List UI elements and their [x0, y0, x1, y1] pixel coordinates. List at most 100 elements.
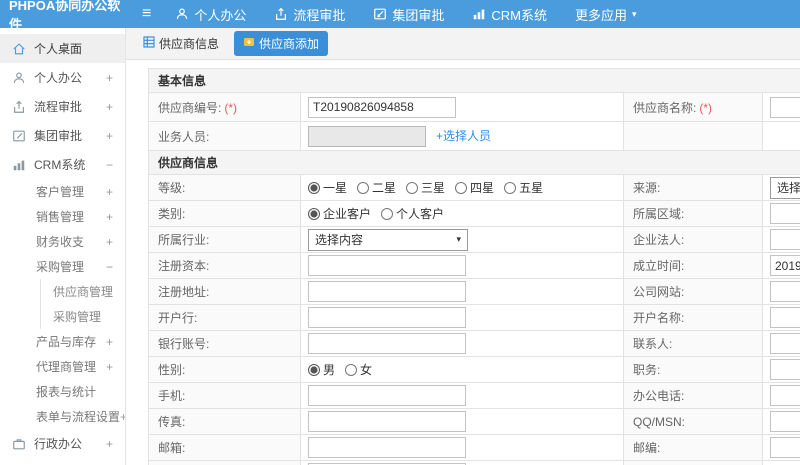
tab-supplier-add[interactable]: 供应商添加 [234, 31, 329, 56]
select-person-link[interactable]: +选择人员 [436, 129, 491, 143]
business-person-input[interactable] [308, 125, 426, 147]
topnav-workflow-approval[interactable]: 流程审批 [274, 5, 345, 24]
sidebar-item-supplier-mgmt[interactable]: 供应商管理 [41, 279, 125, 304]
grade-radio-group: 一星 二星 三星 四星 五星 [308, 179, 623, 196]
field-label: 公司网站: [623, 278, 763, 305]
form-row: 传真: QQ/MSN: [148, 408, 800, 435]
sidebar-item-admin-office[interactable]: 行政办公 + [0, 429, 125, 458]
expand-sign[interactable]: + [106, 335, 113, 349]
expand-sign[interactable]: + [106, 185, 113, 199]
sidebar-item-reports[interactable]: 报表与统计 [0, 379, 125, 404]
registered-address-input[interactable] [308, 281, 466, 302]
sidebar-item-hr[interactable]: 人力资源 + [0, 458, 125, 465]
collapse-sign[interactable]: − [106, 158, 113, 172]
expand-sign[interactable]: + [106, 71, 113, 85]
topnav-label: 个人办公 [194, 7, 247, 23]
sidebar-item-purchase-mgmt[interactable]: 采购管理 − [0, 254, 125, 279]
expand-sign[interactable]: + [106, 210, 113, 224]
form-row: 银行账号: 联系人: [148, 330, 800, 357]
category-radio-company[interactable]: 企业客户 [308, 205, 371, 222]
field-label: 联系人: [623, 330, 763, 357]
tab-label: 供应商添加 [259, 37, 320, 51]
collapse-sign[interactable]: − [106, 260, 113, 274]
supplier-name-input[interactable] [770, 96, 800, 118]
website-input[interactable] [770, 281, 800, 302]
sidebar-item-purchasing[interactable]: 采购管理 [41, 304, 125, 329]
supplier-add-form: 基本信息 供应商编号:(*) 供应商名称:(*) 业务人员: +选择人员 [147, 68, 800, 465]
field-label: 来源: [623, 174, 763, 201]
sidebar-item-label: 行政办公 [34, 437, 83, 451]
sidebar-item-sales-mgmt[interactable]: 销售管理 + [0, 204, 125, 229]
bank-account-input[interactable] [308, 333, 466, 354]
sidebar-item-crm[interactable]: CRM系统 − [0, 150, 125, 179]
sidebar-item-finance[interactable]: 财务收支 + [0, 229, 125, 254]
registered-capital-input[interactable] [308, 255, 466, 276]
sidebar-item-group-approval[interactable]: 集团审批 + [0, 121, 125, 150]
sidebar-item-label: 个人桌面 [34, 42, 83, 56]
grade-radio-3[interactable]: 三星 [406, 179, 445, 196]
grade-radio-1[interactable]: 一星 [308, 179, 347, 196]
sidebar-item-label: 销售管理 [36, 210, 85, 224]
sidebar-item-customer-mgmt[interactable]: 客户管理 + [0, 179, 125, 204]
field-label: 手机: [148, 382, 301, 409]
grade-radio-5[interactable]: 五星 [504, 179, 543, 196]
source-select[interactable]: 选择内容▾ [770, 176, 800, 199]
sidebar-item-personal-desktop[interactable]: 个人桌面 [0, 34, 125, 63]
zip-input[interactable] [770, 437, 800, 458]
field-label: 办公电话: [623, 382, 763, 409]
menu-toggle-icon[interactable]: ≡ [142, 6, 151, 22]
field-label: 供应商编号: (*) [148, 92, 301, 122]
expand-sign[interactable]: + [106, 100, 113, 114]
field-label: 银行账号: [148, 330, 301, 357]
gender-radio-male[interactable]: 男 [308, 361, 335, 378]
topnav-more-apps[interactable]: 更多应用 ▾ [575, 5, 637, 24]
form-row: 注册资本: 成立时间: [148, 252, 800, 279]
office-phone-input[interactable] [770, 385, 800, 406]
legal-person-input[interactable] [770, 229, 800, 250]
sidebar-item-form-flow-settings[interactable]: 表单与流程设置 + [0, 404, 125, 429]
gender-radio-female[interactable]: 女 [345, 361, 372, 378]
field-label: 成立时间: [623, 252, 763, 279]
bank-name-input[interactable] [308, 307, 466, 328]
upload-icon [274, 7, 288, 21]
user-icon [12, 71, 26, 85]
account-name-input[interactable] [770, 307, 800, 328]
fax-input[interactable] [308, 411, 466, 432]
industry-select[interactable]: 选择内容 ▾ [308, 228, 468, 251]
form-row: 注册地址: 公司网站: [148, 278, 800, 305]
sidebar-item-workflow-approval[interactable]: 流程审批 + [0, 92, 125, 121]
form-row: 类别: 企业客户 个人客户 所属区域: [148, 200, 800, 227]
mobile-input[interactable] [308, 385, 466, 406]
form-row: 性别: 男 女 职务: [148, 356, 800, 383]
sidebar-item-personal-office[interactable]: 个人办公 + [0, 63, 125, 92]
topnav-crm[interactable]: CRM系统 [472, 5, 547, 24]
contact-input[interactable] [770, 333, 800, 354]
sidebar-item-label: 采购管理 [36, 260, 85, 274]
field-label: 地址: [148, 460, 301, 465]
region-input[interactable] [770, 203, 800, 224]
grade-radio-2[interactable]: 二星 [357, 179, 396, 196]
expand-sign[interactable]: + [106, 360, 113, 374]
topnav-label: 更多应用 [575, 7, 628, 23]
sidebar-item-product-inventory[interactable]: 产品与库存 + [0, 329, 125, 354]
founded-date-input[interactable] [770, 255, 800, 276]
chart-icon [472, 7, 486, 21]
qq-msn-input[interactable] [770, 411, 800, 432]
home-icon [12, 42, 26, 56]
expand-sign[interactable]: + [106, 129, 113, 143]
category-radio-person[interactable]: 个人客户 [381, 205, 444, 222]
sidebar-item-agent-mgmt[interactable]: 代理商管理 + [0, 354, 125, 379]
form-row: 地址: [148, 460, 800, 465]
topnav-personal-office[interactable]: 个人办公 [175, 5, 246, 24]
main-area: 供应商信息 供应商添加 基本信息 供应商编号:(*) 供应商名称:(*) [126, 28, 800, 465]
expand-sign[interactable]: + [106, 235, 113, 249]
email-input[interactable] [308, 437, 466, 458]
topnav-group-approval[interactable]: 集团审批 [373, 5, 444, 24]
expand-sign[interactable]: + [106, 437, 113, 451]
position-input[interactable] [770, 359, 800, 380]
field-label: 性别: [148, 356, 301, 383]
topbar: PHPOA协同办公软件 ≡ 个人办公 流程审批 集团审批 CRM系统 更多应用 … [0, 0, 800, 32]
supplier-code-input[interactable] [308, 96, 456, 118]
grade-radio-4[interactable]: 四星 [455, 179, 494, 196]
tab-supplier-info[interactable]: 供应商信息 [134, 31, 228, 56]
